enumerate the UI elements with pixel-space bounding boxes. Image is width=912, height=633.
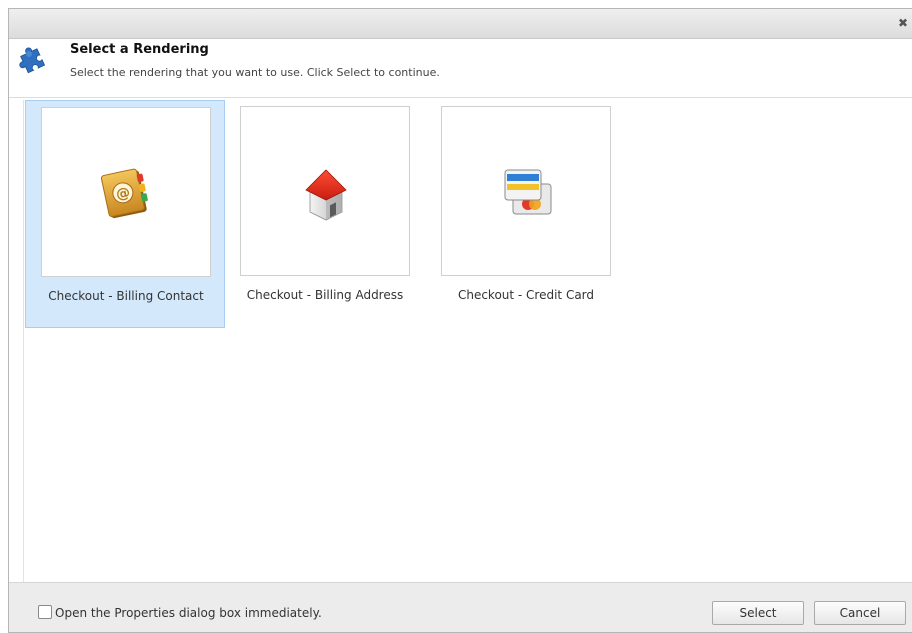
- rendering-gallery: @ Checkout - Billing Contact Checkout - …: [23, 100, 912, 582]
- open-properties-label[interactable]: Open the Properties dialog box immediate…: [55, 606, 322, 620]
- credit-card-icon: [504, 169, 552, 215]
- dialog-header: Select a Rendering Select the rendering …: [9, 39, 912, 98]
- rendering-thumbnail: [240, 106, 410, 276]
- close-button[interactable]: ✖: [896, 16, 910, 30]
- house-icon: [305, 169, 347, 221]
- select-rendering-dialog: ✖ Select a Rendering Select the renderin…: [8, 8, 912, 633]
- dialog-titlebar: ✖: [9, 9, 912, 39]
- puzzle-piece-icon: [19, 47, 46, 74]
- rendering-tile-credit-card[interactable]: Checkout - Credit Card: [426, 100, 626, 328]
- open-properties-checkbox[interactable]: [38, 605, 52, 619]
- address-book-icon: @: [100, 168, 148, 219]
- rendering-tile-billing-address[interactable]: Checkout - Billing Address: [225, 100, 425, 328]
- rendering-thumbnail: [441, 106, 611, 276]
- cancel-button[interactable]: Cancel: [814, 601, 906, 625]
- rendering-tile-billing-contact[interactable]: @ Checkout - Billing Contact: [25, 100, 225, 328]
- rendering-thumbnail: @: [41, 107, 211, 277]
- close-icon[interactable]: ✖: [898, 16, 908, 30]
- rendering-label: Checkout - Credit Card: [457, 288, 595, 302]
- dialog-title: Select a Rendering: [70, 42, 209, 57]
- dialog-footer: Open the Properties dialog box immediate…: [9, 582, 912, 632]
- rendering-label: Checkout - Billing Address: [246, 288, 404, 302]
- select-button[interactable]: Select: [712, 601, 804, 625]
- dialog-subtitle: Select the rendering that you want to us…: [70, 66, 440, 79]
- rendering-label: Checkout - Billing Contact: [48, 289, 204, 303]
